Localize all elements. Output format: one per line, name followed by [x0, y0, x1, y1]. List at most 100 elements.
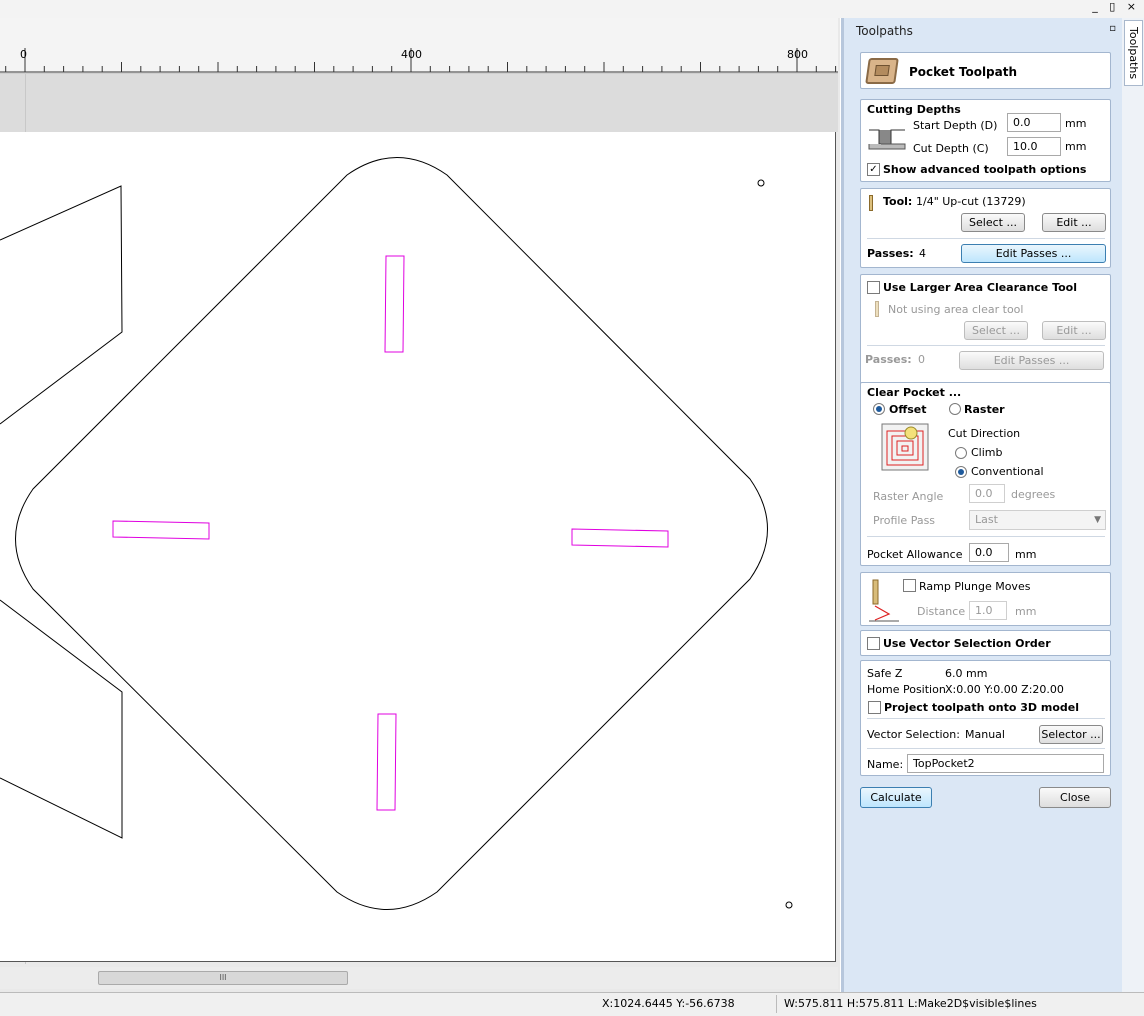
tool-bit-icon	[869, 195, 873, 211]
cursor-coordinates: X:1024.6445 Y:-56.6738	[602, 997, 735, 1010]
horizontal-ruler: 0 400 800	[0, 18, 838, 74]
title-bar: _ ▯ ×	[0, 0, 1144, 18]
pocket-allowance-label: Pocket Allowance	[867, 548, 963, 561]
passes-value: 4	[919, 247, 926, 260]
project-3d-checkbox[interactable]	[868, 701, 881, 714]
tool-edit-button[interactable]: Edit ...	[1042, 213, 1106, 232]
panel-title: Toolpaths	[856, 24, 913, 38]
cutting-depths-title: Cutting Depths	[867, 103, 961, 116]
pocket-allowance-unit: mm	[1015, 548, 1037, 561]
pin-icon[interactable]: ▫	[1109, 23, 1116, 34]
passes-label: Passes:	[867, 247, 914, 260]
canvas-margin	[0, 74, 838, 132]
depth-diagram-icon	[868, 129, 906, 150]
vector-drawing[interactable]	[0, 132, 836, 962]
climb-label: Climb	[971, 446, 1003, 459]
area-clearance-group: Use Larger Area Clearance Tool Not using…	[860, 274, 1111, 392]
separator	[867, 718, 1105, 719]
raster-angle-unit: degrees	[1011, 488, 1056, 501]
edit-passes-button[interactable]: Edit Passes ...	[961, 244, 1106, 263]
scrollbar-thumb[interactable]: III	[98, 971, 348, 985]
corner-marker-top-right	[757, 179, 765, 187]
toolpath-name-input[interactable]: TopPocket2	[907, 754, 1104, 773]
safe-z-label: Safe Z	[867, 667, 903, 680]
cutting-depths-group: Cutting Depths Start Depth (D) 0.0 mm Cu…	[860, 99, 1111, 182]
corner-marker-bottom-right	[785, 901, 793, 909]
selection-info: W:575.811 H:575.811 L:Make2D$visible$lin…	[784, 997, 1037, 1010]
raster-angle-label: Raster Angle	[873, 490, 944, 503]
area-edit-passes-button[interactable]: Edit Passes ...	[959, 351, 1104, 370]
status-divider	[776, 995, 777, 1013]
tool-select-button[interactable]: Select ...	[961, 213, 1025, 232]
chevron-down-icon: ▼	[1094, 515, 1101, 525]
tool-label: Tool:	[883, 195, 913, 208]
rounded-diamond-outline	[15, 157, 768, 910]
drawing-workspace[interactable]: 0 400 800 III	[0, 18, 840, 992]
area-passes-label: Passes:	[865, 353, 912, 366]
profile-pass-value: Last	[975, 513, 998, 526]
horizontal-scrollbar[interactable]: III	[0, 967, 838, 989]
window-controls[interactable]: _ ▯ ×	[1092, 0, 1140, 13]
profile-pass-select[interactable]: Last ▼	[969, 510, 1106, 530]
ramp-distance-unit: mm	[1015, 605, 1037, 618]
pocket-toolpath-icon	[865, 58, 899, 84]
offset-pattern-icon	[881, 423, 929, 471]
start-depth-label: Start Depth (D)	[913, 119, 998, 132]
separator	[867, 345, 1105, 346]
ruler-label-400: 400	[401, 48, 422, 61]
cut-depth-label: Cut Depth (C)	[913, 142, 989, 155]
ramp-plunge-icon	[869, 579, 899, 622]
drawing-sheet[interactable]	[0, 132, 836, 962]
toolpaths-panel: Toolpaths ▫ Pocket Toolpath Cutting Dept…	[841, 18, 1122, 992]
safe-z-value: 6.0 mm	[945, 667, 988, 680]
start-depth-unit: mm	[1065, 117, 1087, 130]
profile-pass-label: Profile Pass	[873, 514, 936, 527]
selector-button[interactable]: Selector ...	[1039, 725, 1103, 744]
separator	[867, 238, 1105, 239]
toolpaths-side-tab[interactable]: Toolpaths	[1124, 20, 1143, 86]
ruler-label-800: 800	[787, 48, 808, 61]
tab-rect-right	[571, 528, 669, 548]
close-button[interactable]: Close	[1039, 787, 1111, 808]
raster-label: Raster	[964, 403, 1005, 416]
status-bar: X:1024.6445 Y:-56.6738 W:575.811 H:575.8…	[0, 992, 1144, 1016]
vector-order-checkbox[interactable]	[867, 637, 880, 650]
vector-order-group: Use Vector Selection Order	[860, 630, 1111, 656]
vector-selection-label: Vector Selection:	[867, 728, 960, 741]
raster-angle-input[interactable]: 0.0	[969, 484, 1005, 503]
raster-radio[interactable]	[949, 403, 961, 415]
separator	[867, 748, 1105, 749]
home-position-label: Home Position	[867, 683, 946, 696]
conventional-radio[interactable]	[955, 466, 967, 478]
ruler-ticks	[0, 48, 838, 73]
name-label: Name:	[867, 758, 904, 771]
tool-group: Tool: 1/4" Up-cut (13729) Select ... Edi…	[860, 188, 1111, 268]
area-clearance-title: Use Larger Area Clearance Tool	[883, 281, 1078, 294]
start-depth-input[interactable]: 0.0	[1007, 113, 1061, 132]
vector-selection-value: Manual	[965, 728, 1005, 741]
area-edit-button[interactable]: Edit ...	[1042, 321, 1106, 340]
area-select-button[interactable]: Select ...	[964, 321, 1028, 340]
conventional-label: Conventional	[971, 465, 1044, 478]
ruler-label-0: 0	[20, 48, 27, 61]
ramp-label: Ramp Plunge Moves	[919, 580, 1031, 593]
ramp-distance-input[interactable]: 1.0	[969, 601, 1007, 620]
vector-order-label: Use Vector Selection Order	[883, 637, 1051, 650]
offset-radio[interactable]	[873, 403, 885, 415]
pocket-toolpath-header: Pocket Toolpath	[860, 52, 1111, 89]
ramp-distance-label: Distance	[917, 605, 966, 618]
area-clearance-checkbox[interactable]	[867, 281, 880, 294]
area-tool-status: Not using area clear tool	[888, 303, 1024, 316]
show-advanced-checkbox[interactable]: ✓	[867, 163, 880, 176]
ramp-checkbox[interactable]	[903, 579, 916, 592]
left-part-outline-lower	[0, 599, 123, 839]
area-passes-value: 0	[918, 353, 925, 366]
calculate-button[interactable]: Calculate	[860, 787, 932, 808]
tool-name: 1/4" Up-cut (13729)	[916, 195, 1026, 208]
pocket-allowance-input[interactable]: 0.0	[969, 543, 1009, 562]
project-3d-label: Project toolpath onto 3D model	[884, 701, 1080, 714]
tab-rect-left	[112, 520, 210, 540]
header-title: Pocket Toolpath	[909, 65, 1018, 79]
climb-radio[interactable]	[955, 447, 967, 459]
cut-depth-input[interactable]: 10.0	[1007, 137, 1061, 156]
